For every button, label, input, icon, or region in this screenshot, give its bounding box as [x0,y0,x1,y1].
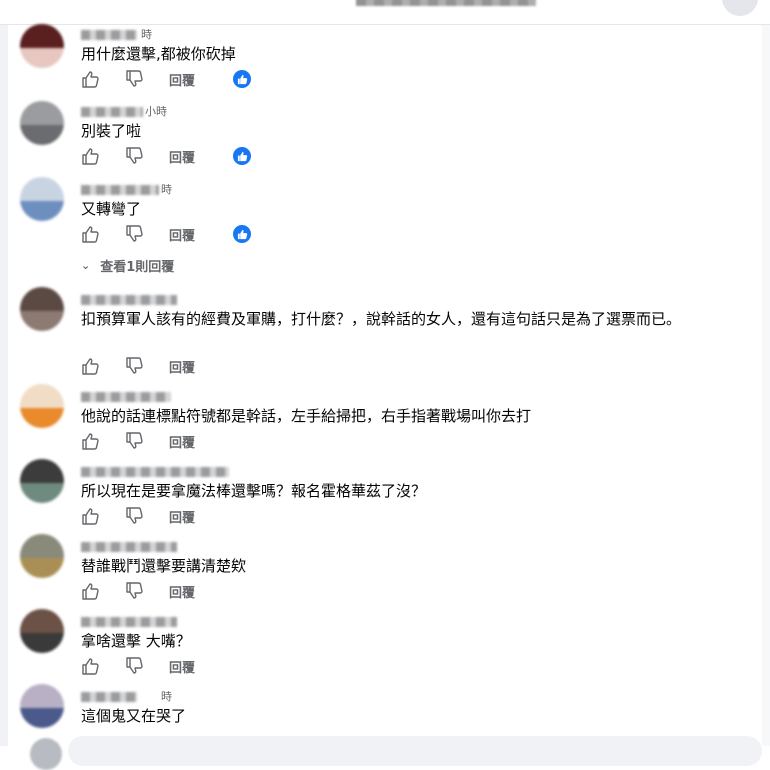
thumbs-up-icon[interactable] [81,224,101,244]
reply-button[interactable]: 回覆 [169,582,195,601]
avatar[interactable] [20,101,64,145]
author-name-blurred[interactable] [81,692,137,702]
thumbs-down-icon[interactable] [125,69,145,89]
like-reaction-icon[interactable] [233,147,252,165]
comment-actions: 回覆 [81,224,252,244]
thumbs-up-icon[interactable] [81,581,101,601]
comment-timestamp: 小時 [145,105,167,118]
comment-actions: 回覆 [81,506,233,526]
thumbs-down-icon[interactable] [125,146,145,166]
comment-actions: 回覆 [81,431,233,451]
reply-button[interactable]: 回覆 [169,357,195,376]
thumbs-down-icon[interactable] [125,431,145,451]
reply-button[interactable]: 回覆 [169,432,195,451]
view-replies-label: 查看1則回覆 [100,260,175,275]
like-reaction-icon[interactable] [233,225,252,243]
comment-input[interactable] [68,736,762,766]
reply-button[interactable]: 回覆 [169,507,195,526]
comment-text: 拿啥還擊 大嘴？ [81,632,191,650]
close-button[interactable] [722,0,758,16]
composer-avatar [30,738,62,770]
thumbs-up-icon[interactable] [81,69,101,89]
thumbs-up-icon[interactable] [81,431,101,451]
author-name-blurred[interactable] [81,617,177,627]
author-name-blurred[interactable] [81,542,177,552]
avatar[interactable] [20,384,64,428]
reply-button[interactable]: 回覆 [169,147,195,166]
avatar[interactable] [20,684,64,728]
reply-button[interactable]: 回覆 [169,70,195,89]
thumbs-up-icon[interactable] [81,146,101,166]
avatar[interactable] [20,177,64,221]
dialog-header [0,0,770,25]
thumbs-down-icon[interactable] [125,656,145,676]
comment-text: 扣預算軍人該有的經費及軍購，打什麼？，說幹話的女人，還有這句話只是為了選票而已。 [81,310,682,328]
left-edge [0,0,8,746]
like-reaction-icon[interactable] [233,70,252,88]
avatar[interactable] [20,459,64,503]
comment-actions: 回覆 [81,581,233,601]
view-replies-button[interactable]: ⌄ 查看1則回覆 [81,256,174,275]
comment-text: 所以現在是要拿魔法棒還擊嗎？報名霍格華茲了沒？ [81,482,427,500]
comment-timestamp: 時 [161,690,172,703]
author-name-blurred[interactable] [81,185,159,195]
avatar[interactable] [20,609,64,653]
avatar[interactable] [20,287,64,331]
author-name-blurred[interactable] [81,295,177,305]
dialog-title-blurred [356,0,536,6]
comment-text: 他說的話連標點符號都是幹話，左手給掃把，右手指著戰場叫你去打 [81,407,532,425]
comment-actions: 回覆 [81,356,233,376]
thumbs-down-icon[interactable] [125,581,145,601]
reply-button[interactable]: 回覆 [169,225,195,244]
thumbs-down-icon[interactable] [125,224,145,244]
comment-actions: 回覆 [81,69,252,89]
thumbs-down-icon[interactable] [125,506,145,526]
comment-timestamp: 時 [161,183,172,196]
scrollbar[interactable] [762,24,770,746]
comment-text: 別裝了啦 [81,122,142,140]
reply-button[interactable]: 回覆 [169,657,195,676]
avatar[interactable] [20,24,64,68]
comment-timestamp: 時 [141,28,152,41]
chevron-down-icon: ⌄ [81,259,91,272]
comment-actions: 回覆 [81,656,233,676]
comment-text: 用什麼還擊,都被你砍掉 [81,45,236,63]
comment-text: 這個鬼又在哭了 [81,707,187,725]
comment-actions: 回覆 [81,146,252,166]
author-name-blurred[interactable] [81,107,143,117]
author-name-blurred[interactable] [81,392,171,402]
avatar[interactable] [20,534,64,578]
comment-text: 又轉彎了 [81,200,142,218]
thumbs-up-icon[interactable] [81,656,101,676]
comment-text: 替誰戰鬥還擊要講清楚欸 [81,557,247,575]
author-name-blurred[interactable] [81,467,229,477]
author-name-blurred[interactable] [81,30,137,40]
thumbs-up-icon[interactable] [81,506,101,526]
thumbs-up-icon[interactable] [81,356,101,376]
thumbs-down-icon[interactable] [125,356,145,376]
